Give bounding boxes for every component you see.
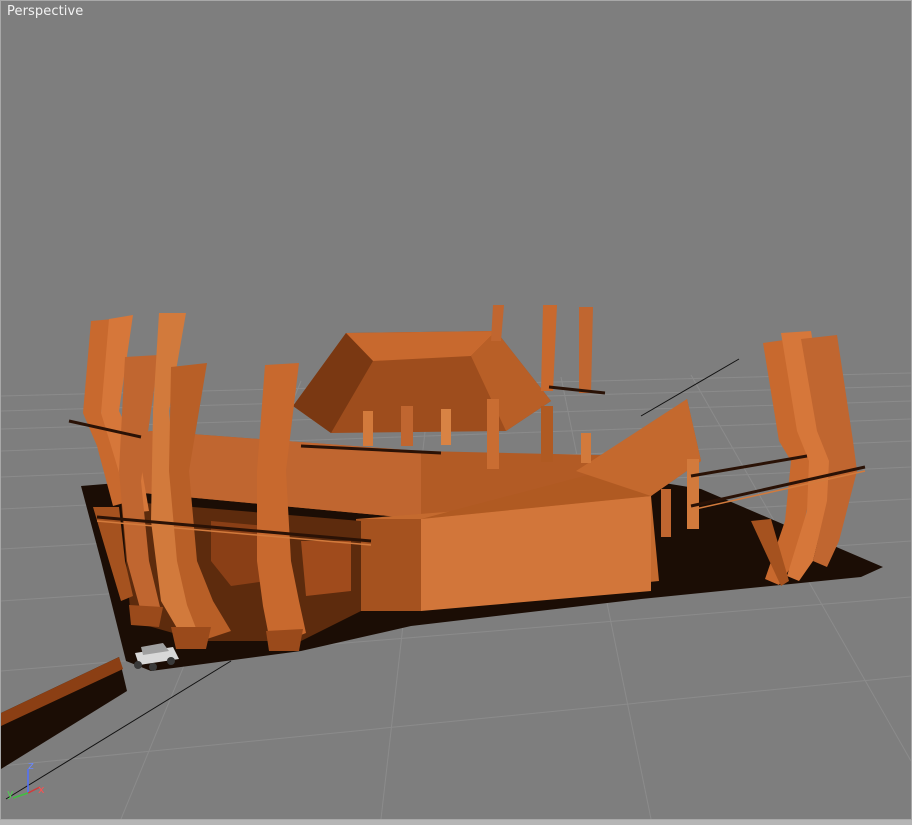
viewport-label[interactable]: Perspective	[7, 4, 83, 19]
scene-render[interactable]	[1, 1, 911, 819]
perspective-viewport[interactable]: Perspective z x y	[0, 0, 912, 820]
viewport-bottom-edge	[0, 820, 912, 825]
y-axis-line	[12, 792, 29, 799]
x-axis-label: x	[38, 783, 45, 796]
right-piers	[751, 331, 857, 586]
z-axis-label: z	[28, 759, 34, 772]
axis-gizmo[interactable]: z x y	[1, 1, 71, 819]
y-axis-label: y	[7, 787, 14, 800]
